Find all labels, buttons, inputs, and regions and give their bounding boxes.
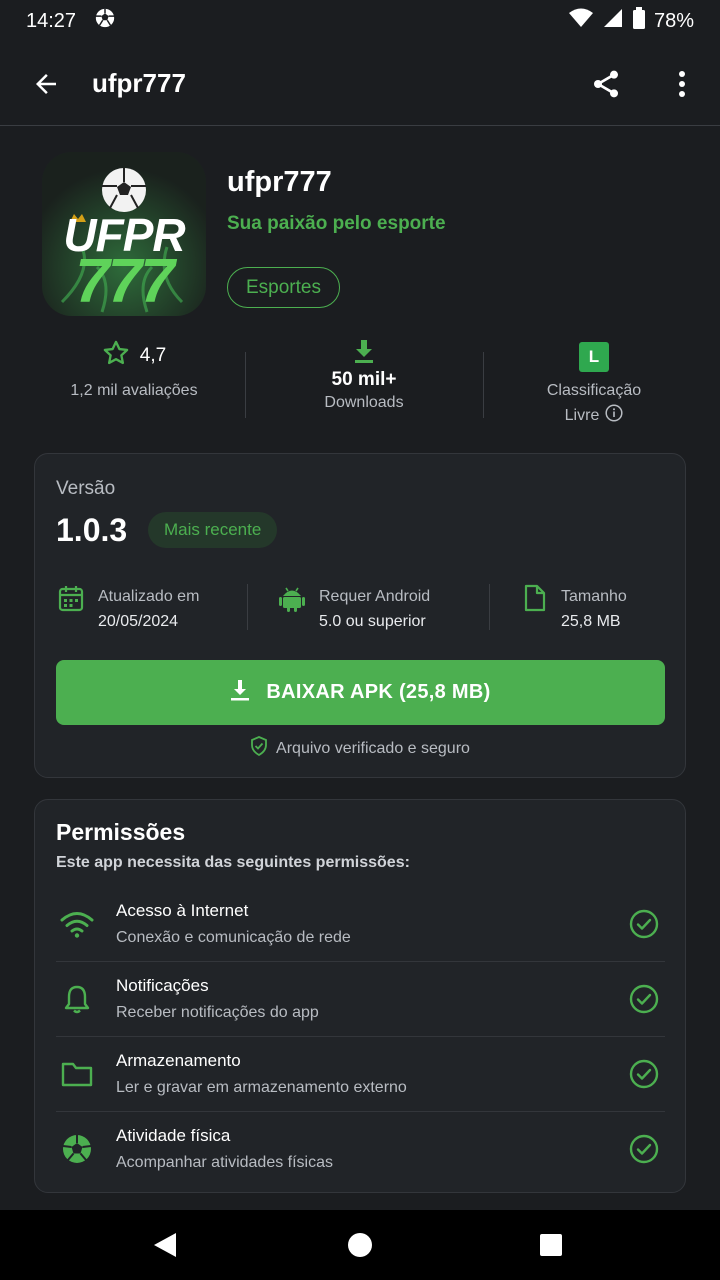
verified-note: Arquivo verificado e seguro <box>35 736 685 761</box>
stat-divider <box>245 352 246 418</box>
classification-label: Classificação <box>546 382 642 399</box>
android-icon <box>279 584 305 617</box>
calendar-icon <box>58 584 84 617</box>
stat-rating: 4,7 1,2 mil avaliações <box>34 338 234 428</box>
size-label: Tamanho <box>561 588 627 605</box>
updated-value: 20/05/2024 <box>98 613 179 630</box>
info-icon[interactable] <box>605 404 623 427</box>
permission-item-internet: Acesso à Internet Conexão e comunicação … <box>56 887 665 962</box>
age-rating-badge: L <box>579 342 609 372</box>
downloads-label: Downloads <box>324 394 404 411</box>
app-icon-text-line2: 777 <box>75 247 174 316</box>
wifi-icon <box>568 7 594 35</box>
app-tagline: Sua paixão pelo esporte <box>227 213 446 234</box>
check-circle-icon <box>629 1134 659 1169</box>
permission-name: Atividade física <box>116 1126 231 1145</box>
permission-desc: Ler e gravar em armazenamento externo <box>116 1079 407 1096</box>
battery-percent: 78% <box>653 9 694 32</box>
download-button-label: BAIXAR APK (25,8 MB) <box>266 681 491 703</box>
meta-divider <box>247 584 248 630</box>
app-icon: UFPR 777 <box>42 152 206 316</box>
meta-updated: Atualizado em 20/05/2024 <box>58 584 199 634</box>
app-bar: ufpr777 <box>0 42 720 126</box>
rating-count: 1,2 mil avaliações <box>70 382 198 399</box>
status-time: 14:27 <box>26 9 77 32</box>
folder-icon <box>58 1059 96 1089</box>
meta-size: Tamanho 25,8 MB <box>523 584 627 634</box>
more-vert-icon[interactable] <box>644 70 720 98</box>
stat-divider <box>483 352 484 418</box>
page-title: ufpr777 <box>92 68 186 98</box>
android-label: Requer Android <box>319 588 431 605</box>
classification-value: Livre <box>564 406 600 424</box>
version-number: 1.0.3 <box>56 512 128 548</box>
permission-desc: Conexão e comunicação de rede <box>116 929 351 946</box>
check-circle-icon <box>629 984 659 1019</box>
star-icon <box>102 339 130 373</box>
meta-android: Requer Android 5.0 ou superior <box>279 584 430 634</box>
category-chip[interactable]: Esportes <box>227 267 340 308</box>
android-value: 5.0 ou superior <box>319 613 426 630</box>
nav-recents-icon[interactable] <box>539 1231 563 1264</box>
share-icon[interactable] <box>568 68 644 100</box>
stat-classification: L Classificação Livre <box>494 338 694 428</box>
verified-text: Arquivo verificado e seguro <box>276 739 470 757</box>
permission-name: Notificações <box>116 976 209 995</box>
file-icon <box>523 584 547 617</box>
stat-downloads: 50 mil+ Downloads <box>264 338 464 428</box>
bell-icon <box>58 984 96 1014</box>
soccer-ball-icon <box>94 7 116 35</box>
system-nav-bar <box>0 1210 720 1280</box>
check-circle-icon <box>629 909 659 944</box>
permissions-subtitle: Este app necessita das seguintes permiss… <box>56 854 410 871</box>
downloads-value: 50 mil+ <box>331 369 397 390</box>
permission-item-storage: Armazenamento Ler e gravar em armazename… <box>56 1037 665 1112</box>
permission-desc: Acompanhar atividades físicas <box>116 1154 333 1171</box>
download-icon <box>230 679 250 707</box>
latest-badge: Mais recente <box>148 512 278 548</box>
permission-desc: Receber notificações do app <box>116 1004 319 1021</box>
permissions-title: Permissões <box>56 819 186 845</box>
download-icon <box>352 338 376 366</box>
soccer-ball-icon <box>58 1134 96 1164</box>
signal-icon <box>602 7 624 35</box>
app-stats: 4,7 1,2 mil avaliações 50 mil+ Downloads… <box>0 338 720 428</box>
nav-home-icon[interactable] <box>347 1231 373 1264</box>
permission-item-notifications: Notificações Receber notificações do app <box>56 962 665 1037</box>
nav-back-icon[interactable] <box>152 1231 178 1264</box>
version-label: Versão <box>56 478 116 499</box>
battery-icon <box>632 7 646 35</box>
permissions-card: Permissões Este app necessita das seguin… <box>34 799 686 1193</box>
app-name: ufpr777 <box>227 166 332 198</box>
download-apk-button[interactable]: BAIXAR APK (25,8 MB) <box>56 660 665 725</box>
permission-item-physical-activity: Atividade física Acompanhar atividades f… <box>56 1112 665 1187</box>
back-arrow-icon[interactable] <box>0 69 92 99</box>
status-bar: 14:27 78% <box>0 0 720 42</box>
permission-name: Acesso à Internet <box>116 901 249 920</box>
rating-value: 4,7 <box>139 345 167 366</box>
shield-check-icon <box>250 736 268 761</box>
meta-divider <box>489 584 490 630</box>
size-value: 25,8 MB <box>561 613 621 630</box>
version-card: Versão 1.0.3 Mais recente Atualizado em … <box>34 453 686 778</box>
check-circle-icon <box>629 1059 659 1094</box>
permission-name: Armazenamento <box>116 1051 241 1070</box>
wifi-icon <box>58 909 96 939</box>
updated-label: Atualizado em <box>98 588 200 605</box>
